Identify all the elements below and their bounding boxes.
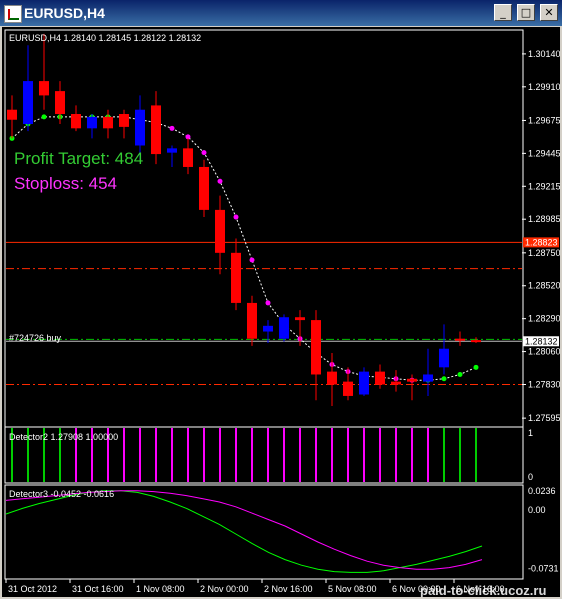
trend-dot — [233, 214, 239, 220]
trend-dot — [441, 376, 447, 382]
candle-body — [55, 91, 65, 115]
chart-window-icon — [4, 5, 22, 23]
price-tick-label: 1.28520 — [528, 281, 560, 291]
candle-body — [87, 116, 97, 129]
current-price-label: 1.28132 — [525, 336, 558, 346]
detector3-panel-frame — [4, 484, 524, 580]
price-tick-label: 1.29910 — [528, 82, 560, 92]
candle-body — [119, 114, 129, 127]
candle-body — [391, 381, 401, 385]
chart-area[interactable]: 1 0 0.0236 0.00 -0.0731 1.30140 1.29910 1.296… — [2, 27, 560, 597]
detector2-tick-label: 1 — [528, 428, 533, 438]
time-tick-label: 31 Oct 2012 — [8, 584, 57, 594]
price-tick-label: 1.27595 — [528, 413, 560, 423]
detector2-label: Detector2 1.27908 1.00000 — [9, 432, 118, 442]
close-button[interactable]: ✕ — [540, 4, 558, 21]
marked-price-label: 1.28823 — [525, 237, 558, 247]
trend-dot — [169, 125, 175, 131]
price-tick-label: 1.28060 — [528, 347, 560, 357]
trend-dot — [217, 178, 223, 184]
symbol-info-label: EURUSD,H4 1.28140 1.28145 1.28122 1.2813… — [9, 33, 201, 43]
order-label: #724726 buy — [9, 333, 62, 343]
candle-body — [183, 148, 193, 167]
candle-body — [151, 105, 161, 155]
watermark-text: paid-to-click.ucoz.ru — [420, 583, 546, 597]
candle-body — [295, 317, 305, 321]
time-tick-label: 2 Nov 00:00 — [200, 584, 249, 594]
time-tick-label: 5 Nov 08:00 — [328, 584, 377, 594]
time-tick-label: 31 Oct 16:00 — [72, 584, 124, 594]
trend-dot — [201, 150, 207, 156]
candle-body — [247, 302, 257, 339]
detector3-line — [5, 490, 483, 573]
time-tick-label: 1 Nov 08:00 — [136, 584, 185, 594]
price-tick-label: 1.29675 — [528, 115, 560, 125]
candle-body — [23, 81, 33, 125]
candle-body — [327, 371, 337, 385]
candle-body — [375, 371, 385, 385]
profit-target-label: Profit Target: 484 — [14, 149, 143, 168]
candle-body — [39, 81, 49, 96]
price-tick-label: 1.28750 — [528, 248, 560, 258]
candle-body — [343, 381, 353, 396]
main-panel-frame — [4, 29, 524, 428]
candle-body — [135, 109, 145, 146]
candle-body — [471, 340, 481, 343]
candle-body — [455, 338, 465, 341]
maximize-button[interactable]: □ — [517, 4, 535, 21]
candle-body — [215, 209, 225, 253]
candle-body — [359, 371, 369, 395]
price-tick-label: 1.27830 — [528, 379, 560, 389]
candle-body — [439, 348, 449, 368]
detector3-tick-label: 0.00 — [528, 505, 546, 515]
stoploss-label: Stoploss: 454 — [14, 174, 117, 193]
window-title: EURUSD,H4 — [24, 5, 105, 21]
trend-dot — [249, 257, 255, 263]
detector3-label: Detector3 -0.0452 -0.0616 — [9, 489, 114, 499]
candle-body — [263, 325, 273, 332]
price-tick-label: 1.29445 — [528, 148, 560, 158]
price-tick-label: 1.30140 — [528, 49, 560, 59]
time-tick-label: 2 Nov 16:00 — [264, 584, 313, 594]
trend-dot — [265, 300, 271, 306]
candle-body — [103, 116, 113, 129]
price-chart[interactable]: 1 0 0.0236 0.00 -0.0731 1.30140 1.29910 1.296… — [2, 27, 560, 597]
price-tick-label: 1.28290 — [528, 314, 560, 324]
trend-dot — [457, 371, 463, 377]
detector3-tick-label: -0.0731 — [528, 563, 559, 573]
candle-body — [279, 317, 289, 339]
candle-body — [311, 320, 321, 375]
candle-body — [407, 378, 417, 382]
detector3-tick-label: 0.0236 — [528, 486, 556, 496]
window-titlebar: EURUSD,H4 _ □ ✕ — [0, 0, 562, 26]
trend-dot — [41, 114, 47, 120]
candle-body — [7, 109, 17, 120]
trend-dot — [473, 364, 479, 370]
detector2-tick-label: 0 — [528, 472, 533, 482]
detector3-line — [5, 490, 483, 570]
price-tick-label: 1.28985 — [528, 214, 560, 224]
candle-body — [231, 252, 241, 303]
candle-body — [71, 114, 81, 129]
price-tick-label: 1.29215 — [528, 181, 560, 191]
minimize-button[interactable]: _ — [494, 4, 512, 21]
candle-body — [167, 148, 177, 153]
candle-body — [199, 166, 209, 210]
candle-body — [423, 374, 433, 382]
